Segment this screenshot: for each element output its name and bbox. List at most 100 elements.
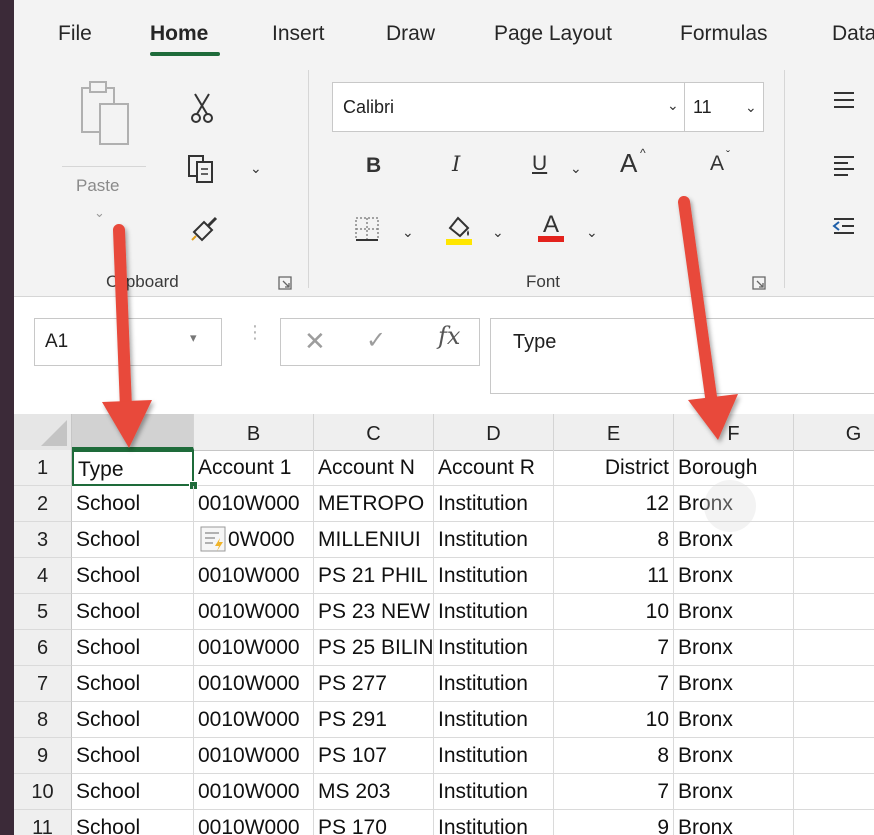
cell-b5[interactable]: 0010W000 [194, 594, 314, 630]
italic-button[interactable]: I [452, 152, 460, 176]
cut-icon[interactable] [190, 92, 214, 129]
cell-c8[interactable]: PS 291 [314, 702, 434, 738]
cell-g8[interactable] [794, 702, 874, 738]
cell-f9[interactable]: Bronx [674, 738, 794, 774]
enter-icon[interactable]: ✓ [366, 326, 386, 355]
column-header-e[interactable]: E [554, 414, 674, 450]
format-painter-icon[interactable] [190, 214, 220, 247]
font-color-chevron-icon[interactable]: ⌄ [586, 224, 598, 241]
cell-f4[interactable]: Bronx [674, 558, 794, 594]
cell-a7[interactable]: School [72, 666, 194, 702]
cell-f5[interactable]: Bronx [674, 594, 794, 630]
tab-data[interactable]: Data [832, 22, 874, 46]
row-header[interactable]: 2 [14, 486, 72, 522]
cell-a4[interactable]: School [72, 558, 194, 594]
font-name-dropdown[interactable]: Calibri ⌄ [332, 82, 692, 132]
cell-f11[interactable]: Bronx [674, 810, 794, 835]
decrease-font-button[interactable]: A [710, 152, 724, 176]
name-box-chevron-icon[interactable]: ▾ [190, 330, 197, 346]
column-header-g[interactable]: G [794, 414, 874, 450]
cell-d2[interactable]: Institution [434, 486, 554, 522]
cell-b8[interactable]: 0010W000 [194, 702, 314, 738]
cell-d7[interactable]: Institution [434, 666, 554, 702]
cell-e6[interactable]: 7 [554, 630, 674, 666]
cell-e9[interactable]: 8 [554, 738, 674, 774]
cell-f10[interactable]: Bronx [674, 774, 794, 810]
column-header-a[interactable] [72, 414, 194, 450]
cell-e4[interactable]: 11 [554, 558, 674, 594]
cell-a10[interactable]: School [72, 774, 194, 810]
font-color-icon[interactable]: A [534, 208, 568, 249]
cell-b9[interactable]: 0010W000 [194, 738, 314, 774]
tab-file[interactable]: File [58, 22, 92, 46]
cell-g4[interactable] [794, 558, 874, 594]
cell-c4[interactable]: PS 21 PHIL [314, 558, 434, 594]
cell-e10[interactable]: 7 [554, 774, 674, 810]
cell-a3[interactable]: School [72, 522, 194, 558]
row-header[interactable]: 9 [14, 738, 72, 774]
select-all-button[interactable] [14, 414, 72, 450]
cell-d11[interactable]: Institution [434, 810, 554, 835]
tab-home[interactable]: Home [150, 22, 208, 46]
borders-chevron-icon[interactable]: ⌄ [402, 224, 414, 241]
cell-b10[interactable]: 0010W000 [194, 774, 314, 810]
row-header[interactable]: 4 [14, 558, 72, 594]
cell-b4[interactable]: 0010W000 [194, 558, 314, 594]
font-launcher-icon[interactable] [752, 276, 766, 290]
copy-icon[interactable] [186, 154, 216, 189]
cell-b1[interactable]: Account 1 [194, 450, 314, 486]
flash-fill-icon[interactable] [200, 526, 226, 552]
insert-function-button[interactable]: fx [438, 322, 460, 350]
paste-button-label[interactable]: Paste [76, 176, 119, 196]
cell-a5[interactable]: School [72, 594, 194, 630]
cell-d4[interactable]: Institution [434, 558, 554, 594]
underline-chevron-icon[interactable]: ⌄ [570, 160, 582, 177]
decrease-indent-icon[interactable] [832, 216, 856, 241]
cell-c11[interactable]: PS 170 [314, 810, 434, 835]
cell-g10[interactable] [794, 774, 874, 810]
cell-e2[interactable]: 12 [554, 486, 674, 522]
cell-c9[interactable]: PS 107 [314, 738, 434, 774]
formula-input[interactable]: Type [490, 318, 874, 394]
cell-d8[interactable]: Institution [434, 702, 554, 738]
cell-e7[interactable]: 7 [554, 666, 674, 702]
row-header[interactable]: 3 [14, 522, 72, 558]
tab-insert[interactable]: Insert [272, 22, 325, 46]
cell-c6[interactable]: PS 25 BILIN [314, 630, 434, 666]
tab-draw[interactable]: Draw [386, 22, 435, 46]
row-header[interactable]: 5 [14, 594, 72, 630]
cell-g6[interactable] [794, 630, 874, 666]
formula-bar-grip-icon[interactable]: ⋮ [246, 322, 264, 343]
row-header[interactable]: 6 [14, 630, 72, 666]
cell-b2[interactable]: 0010W000 [194, 486, 314, 522]
cell-d9[interactable]: Institution [434, 738, 554, 774]
cell-e1[interactable]: District [554, 450, 674, 486]
cell-g5[interactable] [794, 594, 874, 630]
cell-c3[interactable]: MILLENIUI [314, 522, 434, 558]
fill-color-icon[interactable] [442, 212, 476, 251]
copy-chevron-icon[interactable]: ⌄ [250, 160, 262, 177]
paste-chevron-icon[interactable]: ⌄ [94, 205, 105, 221]
cell-g7[interactable] [794, 666, 874, 702]
borders-icon[interactable] [354, 216, 380, 247]
cell-a8[interactable]: School [72, 702, 194, 738]
tab-formulas[interactable]: Formulas [680, 22, 768, 46]
clipboard-launcher-icon[interactable] [278, 276, 292, 290]
cell-d1[interactable]: Account R [434, 450, 554, 486]
row-header[interactable]: 8 [14, 702, 72, 738]
cell-a6[interactable]: School [72, 630, 194, 666]
cell-g9[interactable] [794, 738, 874, 774]
cell-f8[interactable]: Bronx [674, 702, 794, 738]
row-header[interactable]: 1 [14, 450, 72, 486]
cancel-icon[interactable]: ✕ [304, 326, 326, 357]
cell-e8[interactable]: 10 [554, 702, 674, 738]
cell-b7[interactable]: 0010W000 [194, 666, 314, 702]
cell-a11[interactable]: School [72, 810, 194, 835]
cell-c10[interactable]: MS 203 [314, 774, 434, 810]
cell-f7[interactable]: Bronx [674, 666, 794, 702]
cell-a2[interactable]: School [72, 486, 194, 522]
cell-d10[interactable]: Institution [434, 774, 554, 810]
cell-d5[interactable]: Institution [434, 594, 554, 630]
worksheet-grid[interactable]: B C D E F G 1 Type Account 1 Account N Accou… [14, 414, 874, 835]
cell-f6[interactable]: Bronx [674, 630, 794, 666]
